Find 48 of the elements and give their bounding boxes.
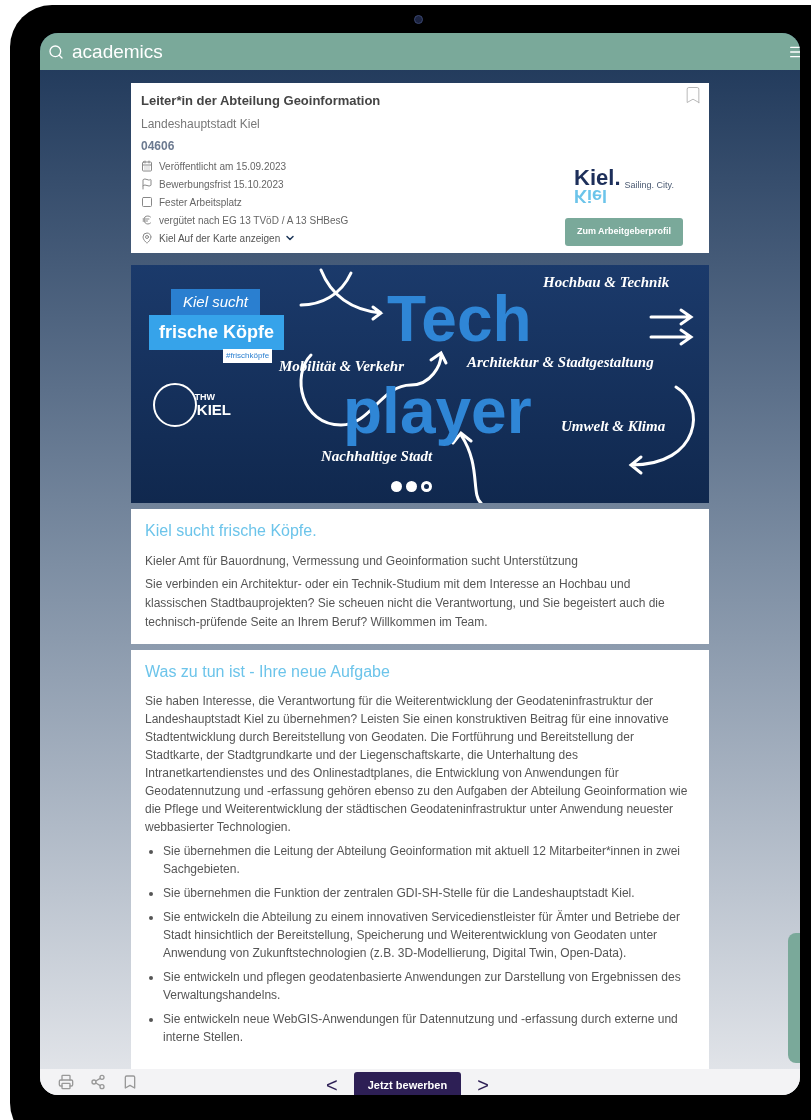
headline-word: Tech (387, 286, 532, 351)
task-item: Sie entwickeln und pflegen geodatenbasierte Anwendungen zur Darstellung von Ergebnissen des Verwaltungshandelns. (163, 968, 682, 1004)
job-fact: Veröffentlicht am 15.09.2023 (159, 159, 287, 174)
badge-main: frische Köpfe (149, 314, 285, 350)
next-button[interactable]: > (477, 1075, 489, 1095)
camera-icon (414, 15, 423, 24)
bullet-icon (149, 915, 153, 920)
task-item: Sie übernehmen die Leitung der Abteilung Geoinformation mit aktuell 12 Mitarbeiter*innen in zwei Sachgebieten. (163, 842, 681, 878)
logo-word: Kiel. (574, 168, 621, 188)
bullet-icon (149, 975, 153, 980)
calendar-icon (141, 160, 153, 172)
bullet-icon (149, 891, 153, 896)
apply-button[interactable]: Jetzt bewerben (353, 1072, 462, 1095)
euro-icon (141, 214, 153, 226)
topic-label: Architektur & Stadtgestaltung (467, 352, 654, 372)
bullet-icon (149, 849, 153, 854)
map-pin-icon (141, 232, 153, 244)
job-id: 04606 (141, 137, 176, 155)
task-item: Sie übernehmen die Funktion der zentralen GDI-SH-Stelle für die Landeshauptstadt Kiel. (163, 884, 635, 902)
bookmark-icon[interactable] (122, 1074, 138, 1090)
bullet-icon (149, 1017, 153, 1022)
job-title: Leiter*in der Abteilung Geoinformation (141, 92, 382, 110)
square-icon (141, 196, 153, 208)
previous-button[interactable]: < (326, 1075, 338, 1095)
print-icon[interactable] (58, 1074, 74, 1090)
logo-mirror: Kiel (574, 188, 609, 204)
task-item: Sie entwickeln die Abteilung zu einem innovativen Servicedienstleister für Ämter und Betriebe der Stadt hinsichtlich der Bereitstellung, Speicherung und Weiterentwicklung von Geodaten unter Anwendung von Zukunftstechnologien (z.B. 3D-Modellierung, Digital Twin, Open-Data). (163, 908, 681, 962)
intro-lead: Kieler Amt für Bauordnung, Vermessung und Geoinformation sucht Unterstützung (145, 552, 579, 570)
tasks-text: Sie haben Interesse, die Verantwortung für die Weiterentwicklung der Geodateninfrastruktur der Landeshauptstadt Kiel zu übernehmen? Leisten Sie einen konstruktiven Beitrag für eine innovative Stadtentwicklung durch Bereitstellung von Geodaten. Die Fortführung und Bereitstellung der Stadtkarte, der Stadtgrundkarte und der Liegenschaftskarte, die Unterhaltung des Intranetkartendienstes und des Onlinestadtplanes, die Entwicklung von Anwendungen für Geodatennutzung und -erfassung gehören ebenso zu den Aufgaben der Abteilung Geoinformation wie die Pflege und Weiterentwicklung der städtischen Geodateninfrastruktur unter Anwendung neuester webbasierter Technologien. (145, 692, 689, 836)
job-fact: Bewerbungsfrist 15.10.2023 (159, 177, 284, 192)
share-icon[interactable] (90, 1074, 106, 1090)
flag-icon (141, 178, 153, 190)
badge-top: Kiel sucht (171, 288, 261, 315)
task-item: Sie entwickeln neue WebGIS-Anwendungen für Datennutzung und -erfassung durch externe und interne Stellen. (163, 1010, 679, 1046)
section-heading: Was zu tun ist - Ihre neue Aufgabe (145, 661, 391, 682)
intro-text: Sie verbinden ein Architektur- oder ein Technik-Studium mit dem Interesse an Hochbau und klassischen Stadtbauprojekten? Sie scheuen nicht die Verantwortung, und Sie begeistert auch die technisch-prüfende Seite an Ihrem Beruf? Willkommen im Team. (145, 575, 666, 631)
section-heading: Kiel sucht frische Köpfe. (145, 520, 318, 541)
search-icon[interactable] (48, 43, 64, 60)
employer-name: Landeshauptstadt Kiel (141, 115, 261, 133)
topic-label: Umwelt & Klima (561, 416, 666, 436)
topic-label: Hochbau & Technik (543, 272, 670, 292)
job-fact: Fester Arbeitsplatz (159, 195, 242, 210)
topic-label: Nachhaltige Stadt (321, 446, 433, 466)
logo-tagline: Sailing. City. (624, 179, 674, 193)
map-link[interactable]: Kiel Auf der Karte anzeigen (159, 230, 297, 246)
job-fact: vergütet nach EG 13 TVöD / A 13 SHBesG (159, 213, 349, 228)
club-city: KIEL (196, 401, 231, 417)
club-name: THW (194, 392, 215, 402)
